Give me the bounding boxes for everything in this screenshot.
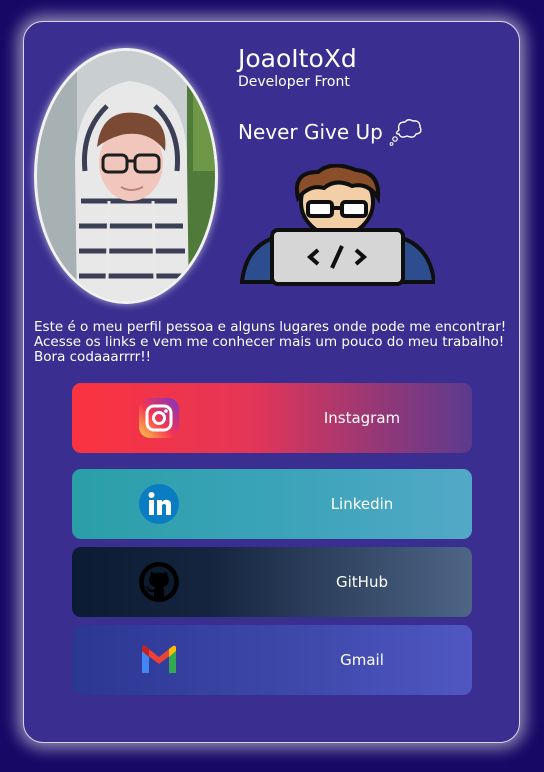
- profile-role: Developer Front: [238, 74, 350, 90]
- profile-motto: Never Give Up: [238, 118, 423, 146]
- gmail-icon: [142, 645, 176, 673]
- profile-bio: Este é o meu perfil pessoa e alguns luga…: [34, 319, 507, 365]
- gmail-link-label: Gmail: [340, 651, 384, 669]
- avatar: [34, 48, 218, 304]
- avatar-photo: [37, 51, 215, 301]
- instagram-link-button[interactable]: Instagram: [72, 383, 472, 453]
- profile-username: JoaoItoXd: [238, 44, 357, 73]
- github-link-button[interactable]: GitHub: [72, 547, 472, 617]
- profile-card: JoaoItoXd Developer Front Never Give Up …: [23, 21, 520, 743]
- github-link-label: GitHub: [336, 573, 388, 591]
- linkedin-icon: [139, 484, 179, 524]
- gmail-link-button[interactable]: Gmail: [72, 625, 472, 695]
- thought-bubble-icon: [389, 119, 422, 146]
- github-icon: [139, 562, 179, 602]
- motto-text: Never Give Up: [238, 120, 383, 144]
- developer-illustration: [240, 164, 435, 286]
- linkedin-link-label: Linkedin: [330, 495, 394, 513]
- instagram-icon: [139, 398, 179, 438]
- instagram-link-label: Instagram: [323, 409, 401, 427]
- linkedin-link-button[interactable]: Linkedin: [72, 469, 472, 539]
